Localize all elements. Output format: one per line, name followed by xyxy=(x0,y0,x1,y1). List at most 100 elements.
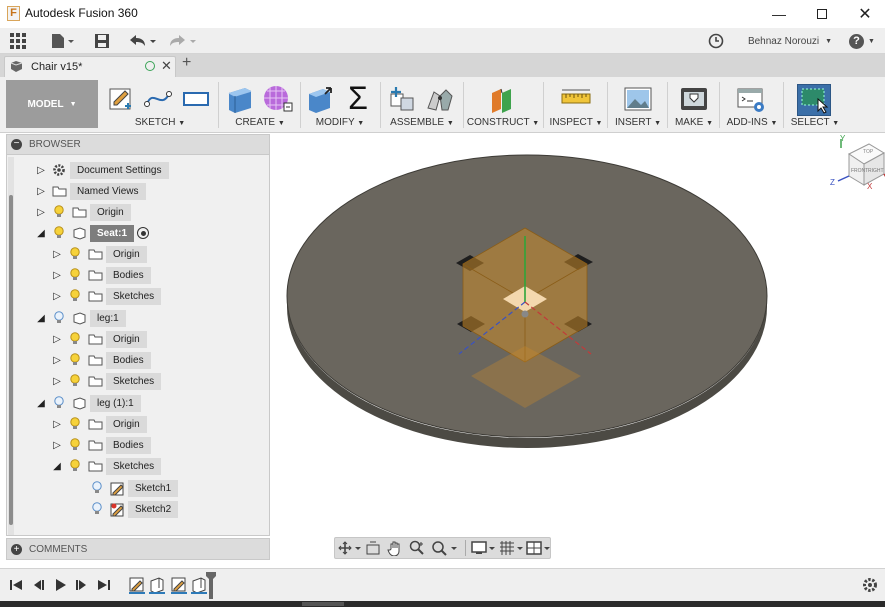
tree-row-leg-origin[interactable]: ▷ Origin xyxy=(51,330,147,348)
expanded-arrow-icon[interactable]: ◢ xyxy=(35,311,47,325)
joint-icon[interactable] xyxy=(424,84,456,114)
browser-scrollbar[interactable] xyxy=(8,157,14,535)
grid-settings-icon[interactable] xyxy=(499,540,525,556)
create-menu[interactable]: CREATE ▼ xyxy=(222,117,298,128)
redo-button[interactable] xyxy=(168,31,198,51)
spline-icon[interactable] xyxy=(143,84,173,112)
workspace-switcher[interactable]: MODEL ▼ xyxy=(6,80,98,128)
timeline-sketch-feature-icon[interactable] xyxy=(128,576,146,594)
measure-ruler-icon[interactable] xyxy=(561,86,591,112)
step-forward-icon[interactable] xyxy=(74,577,90,593)
undo-button[interactable] xyxy=(128,31,158,51)
create-sketch-icon[interactable] xyxy=(107,84,135,112)
sketch-menu[interactable]: SKETCH ▼ xyxy=(104,117,216,128)
lightbulb-icon[interactable] xyxy=(67,331,83,347)
expand-arrow-icon[interactable]: ▷ xyxy=(51,247,63,261)
inspect-menu[interactable]: INSPECT ▼ xyxy=(548,117,604,128)
extrude-box-icon[interactable] xyxy=(225,84,255,114)
canvas-viewport[interactable]: Y Z X TOP FRONT RIGHT xyxy=(271,134,885,560)
lightbulb-icon[interactable] xyxy=(67,288,83,304)
compute-sum-icon[interactable]: Σ xyxy=(343,82,373,114)
display-settings-icon[interactable] xyxy=(471,540,497,556)
expand-arrow-icon[interactable]: ▷ xyxy=(35,184,47,198)
help-menu-button[interactable]: ? ▼ xyxy=(846,31,878,51)
model-canvas[interactable] xyxy=(271,134,885,560)
tree-row-leg[interactable]: ◢ leg:1 xyxy=(35,309,126,327)
viewports-icon[interactable] xyxy=(526,540,552,556)
construct-menu[interactable]: CONSTRUCT ▼ xyxy=(466,117,540,128)
go-to-end-icon[interactable] xyxy=(96,577,112,593)
tree-row-document-settings[interactable]: ▷ Document Settings xyxy=(35,161,169,179)
lightbulb-icon[interactable] xyxy=(67,416,83,432)
tree-row-leg-1[interactable]: ◢ leg (1):1 xyxy=(35,394,141,412)
tree-row-leg-1-origin[interactable]: ▷ Origin xyxy=(51,415,147,433)
press-pull-icon[interactable] xyxy=(306,84,336,114)
assemble-menu[interactable]: ASSEMBLE ▼ xyxy=(384,117,460,128)
expand-arrow-icon[interactable]: ▷ xyxy=(51,374,63,388)
look-at-icon[interactable] xyxy=(365,540,381,556)
expanded-arrow-icon[interactable]: ◢ xyxy=(51,459,63,473)
select-tool-icon[interactable] xyxy=(797,84,831,116)
select-menu[interactable]: SELECT ▼ xyxy=(788,117,842,128)
scrollbar-thumb[interactable] xyxy=(9,195,13,525)
tree-row-leg-bodies[interactable]: ▷ Bodies xyxy=(51,351,151,369)
tree-row-seat-origin[interactable]: ▷ Origin xyxy=(51,245,147,263)
tree-row-named-views[interactable]: ▷ Named Views xyxy=(35,182,146,200)
expand-arrow-icon[interactable]: ▷ xyxy=(51,417,63,431)
expand-arrow-icon[interactable]: ▷ xyxy=(51,289,63,303)
pan-hand-icon[interactable] xyxy=(387,540,403,557)
rectangle-icon[interactable] xyxy=(181,84,211,112)
tree-row-seat-sketches[interactable]: ▷ Sketches xyxy=(51,287,162,305)
scripts-addins-icon[interactable] xyxy=(736,86,766,114)
user-account-menu[interactable]: Behnaz Norouzi ▼ xyxy=(740,31,840,51)
tree-row-sketch1[interactable]: Sketch1 xyxy=(85,479,179,497)
lightbulb-off-icon[interactable] xyxy=(89,480,105,496)
activate-radio-icon[interactable] xyxy=(137,227,150,239)
lightbulb-icon[interactable] xyxy=(67,458,83,474)
lightbulb-icon[interactable] xyxy=(67,437,83,453)
view-cube[interactable]: Y Z X TOP FRONT RIGHT xyxy=(805,134,885,204)
lightbulb-off-icon[interactable] xyxy=(89,501,105,517)
new-component-icon[interactable] xyxy=(387,84,417,114)
new-tab-button[interactable]: + xyxy=(182,54,191,72)
browser-header[interactable]: − BROWSER xyxy=(7,135,269,155)
zoom-icon[interactable] xyxy=(409,540,425,556)
job-status-clock-icon[interactable] xyxy=(706,31,726,51)
insert-image-icon[interactable] xyxy=(623,84,653,114)
expand-arrow-icon[interactable]: ▷ xyxy=(35,163,47,177)
expand-arrow-icon[interactable]: ▷ xyxy=(35,205,47,219)
data-panel-grid-icon[interactable] xyxy=(8,31,28,51)
maximize-button[interactable] xyxy=(800,0,844,28)
tree-row-seat-bodies[interactable]: ▷ Bodies xyxy=(51,266,151,284)
tree-row-leg-1-bodies[interactable]: ▷ Bodies xyxy=(51,436,151,454)
minimize-button[interactable]: — xyxy=(757,0,801,28)
timeline-marker[interactable] xyxy=(206,572,216,599)
expand-plus-icon[interactable]: + xyxy=(11,544,22,555)
add-ins-menu[interactable]: ADD-INS ▼ xyxy=(723,117,781,128)
document-tab[interactable]: Chair v15* ✕ xyxy=(4,56,176,77)
lightbulb-icon[interactable] xyxy=(67,246,83,262)
form-sphere-icon[interactable] xyxy=(262,84,294,114)
play-icon[interactable] xyxy=(52,577,68,593)
save-icon[interactable] xyxy=(92,31,112,51)
close-window-button[interactable]: ✕ xyxy=(843,0,885,28)
modify-menu[interactable]: MODIFY ▼ xyxy=(303,117,377,128)
zoom-window-icon[interactable] xyxy=(431,540,459,556)
lightbulb-icon[interactable] xyxy=(51,225,67,241)
tree-row-leg-1-sketches[interactable]: ◢ Sketches xyxy=(51,457,162,475)
timeline-settings-gear-icon[interactable] xyxy=(861,576,879,594)
expand-arrow-icon[interactable]: ▷ xyxy=(51,332,63,346)
collapse-minus-icon[interactable]: − xyxy=(11,139,22,150)
tree-row-seat[interactable]: ◢ Seat:1 xyxy=(35,224,150,242)
3d-print-icon[interactable] xyxy=(679,84,709,114)
tree-row-sketch2[interactable]: Sketch2 xyxy=(85,500,179,518)
offset-plane-icon[interactable] xyxy=(488,84,518,114)
expand-arrow-icon[interactable]: ▷ xyxy=(51,438,63,452)
timeline-sketch-feature-icon[interactable] xyxy=(170,576,188,594)
expanded-arrow-icon[interactable]: ◢ xyxy=(35,226,47,240)
insert-menu[interactable]: INSERT ▼ xyxy=(612,117,664,128)
close-tab-icon[interactable]: ✕ xyxy=(161,58,172,74)
lightbulb-icon[interactable] xyxy=(67,373,83,389)
lightbulb-icon[interactable] xyxy=(67,267,83,283)
expand-arrow-icon[interactable]: ▷ xyxy=(51,268,63,282)
